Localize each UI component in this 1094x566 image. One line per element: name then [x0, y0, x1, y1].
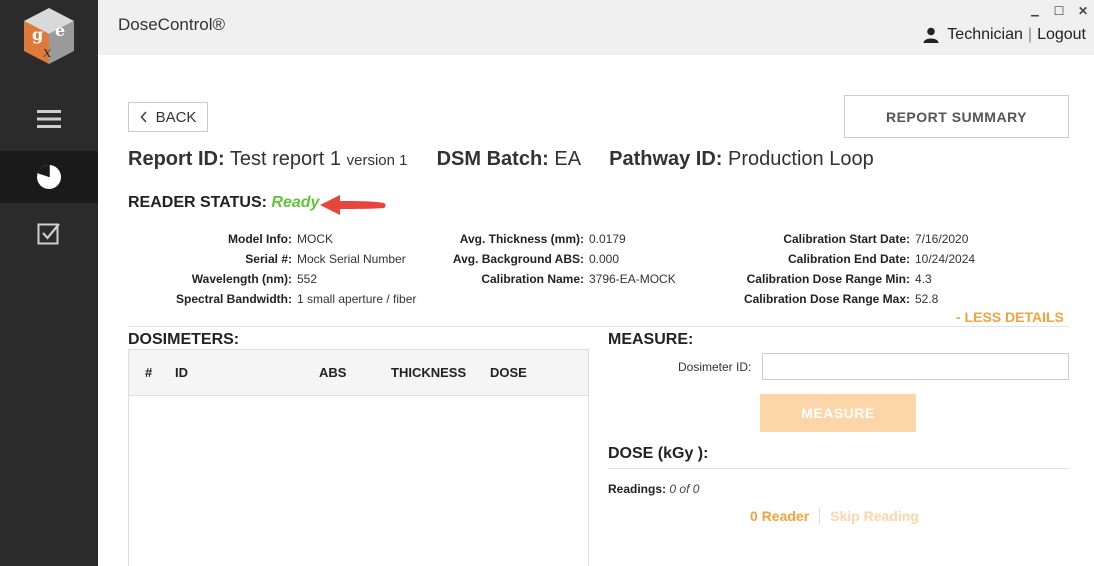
details-column-1: Model Info: MOCK Serial #: Mock Serial Num… — [128, 229, 416, 309]
dsm-batch-value: EA — [554, 148, 580, 170]
user-area: Technician | Logout — [923, 26, 1086, 44]
readings-label: Readings: — [608, 482, 667, 496]
user-separator: | — [1027, 26, 1033, 43]
dsm-batch-label: DSM Batch: — [436, 148, 549, 170]
dosimeter-id-input[interactable] — [762, 353, 1069, 380]
back-button-label: BACK — [155, 108, 197, 126]
serial-value: Mock Serial Number — [297, 252, 406, 266]
dosimeter-id-label: Dosimeter ID: — [678, 360, 752, 374]
column-header-dose: DOSE — [490, 365, 527, 380]
app-title: DoseControl® — [118, 15, 226, 34]
reader-status: READER STATUS: Ready — [128, 194, 319, 212]
wavelength-label: Wavelength (nm): — [191, 272, 292, 286]
gex-logo: g e x — [22, 6, 76, 66]
sidebar-item-reports[interactable] — [0, 151, 98, 203]
reader-link[interactable]: 0 Reader — [750, 508, 809, 524]
minimize-button[interactable]: ▁ — [1026, 6, 1044, 17]
user-icon — [923, 27, 939, 43]
report-id-label: Report ID: — [128, 148, 225, 170]
dosimeters-title: DOSIMETERS: — [128, 331, 240, 348]
calibration-dose-min-label: Calibration Dose Range Min: — [746, 272, 910, 286]
spectral-bandwidth-value: 1 small aperture / fiber — [297, 292, 417, 306]
reader-status-label: READER STATUS: — [128, 194, 267, 211]
report-summary-button[interactable]: REPORT SUMMARY — [844, 95, 1069, 138]
dose-divider — [608, 468, 1069, 469]
pathway-id-label: Pathway ID: — [609, 148, 723, 170]
model-info-value: MOCK — [297, 232, 333, 246]
column-header-id: ID — [175, 365, 188, 380]
report-version: version 1 — [346, 152, 408, 169]
measure-title: MEASURE: — [608, 331, 694, 348]
pathway-id-value: Production Loop — [728, 148, 874, 170]
calibration-start-date-label: Calibration Start Date: — [783, 232, 910, 246]
checkbox-icon — [37, 223, 60, 245]
serial-label: Serial #: — [245, 252, 292, 266]
details-column-2: Avg. Thickness (mm): 0.0179 Avg. Backgrou… — [428, 229, 676, 289]
back-button[interactable]: BACK — [128, 102, 208, 132]
reader-status-value: Ready — [271, 194, 320, 211]
skip-reading-link[interactable]: Skip Reading — [830, 508, 919, 524]
dose-title: DOSE (kGy ): — [608, 445, 709, 462]
user-name: Technician — [947, 26, 1023, 43]
column-header-thickness: THICKNESS — [391, 365, 467, 380]
wavelength-value: 552 — [297, 272, 318, 286]
column-header-abs: ABS — [319, 365, 347, 380]
avg-thickness-label: Avg. Thickness (mm): — [459, 232, 584, 246]
section-divider — [128, 326, 1069, 327]
arrow-annotation-icon — [320, 195, 386, 215]
readings-count: 0 — [669, 482, 677, 496]
calibration-dose-min-value: 4.3 — [915, 272, 932, 286]
logo-letter-g: g — [32, 25, 43, 44]
reader-links-separator — [819, 507, 821, 525]
less-details-toggle[interactable]: - LESS DETAILS — [956, 309, 1064, 325]
sidebar-item-menu[interactable] — [0, 93, 98, 145]
calibration-dose-max-label: Calibration Dose Range Max: — [743, 292, 910, 306]
sidebar-item-checklist[interactable] — [0, 207, 98, 259]
model-info-label: Model Info: — [228, 232, 292, 246]
calibration-dose-max-value: 52.8 — [915, 292, 939, 306]
chevron-left-icon — [139, 111, 147, 123]
avg-background-abs-value: 0.000 — [589, 252, 620, 266]
titlebar: DoseControl® ▁ ☐ ✕ Technician | Logout — [98, 0, 1094, 55]
calibration-end-date-value: 10/24/2024 — [915, 252, 976, 266]
calibration-end-date-label: Calibration End Date: — [787, 252, 910, 266]
details-column-3: Calibration Start Date: 7/16/2020 Calibra… — [738, 229, 975, 309]
spectral-bandwidth-label: Spectral Bandwidth: — [175, 292, 292, 306]
dosimeters-table: # ID ABS THICKNESS DOSE — [128, 349, 589, 566]
report-id-value: Test report 1 — [229, 148, 342, 170]
avg-background-abs-label: Avg. Background ABS: — [452, 252, 584, 266]
column-header-number: # — [145, 365, 153, 380]
calibration-start-date-value: 7/16/2020 — [915, 232, 969, 246]
menu-icon — [37, 110, 61, 128]
dosimeters-table-header: # ID ABS THICKNESS DOSE — [129, 350, 588, 396]
calibration-name-value: 3796-EA-MOCK — [589, 272, 676, 286]
pie-chart-icon — [37, 165, 61, 189]
logo-letter-x: x — [43, 43, 52, 61]
readings-total: 0 — [692, 482, 700, 496]
avg-thickness-value: 0.0179 — [589, 232, 626, 246]
logo-letter-e: e — [55, 21, 65, 40]
maximize-button[interactable]: ☐ — [1050, 4, 1068, 18]
sidebar: g e x — [0, 0, 98, 566]
main-content: BACK REPORT SUMMARY Report ID: Test repo… — [98, 55, 1094, 566]
reader-links: 0 Reader Skip Reading — [750, 507, 919, 525]
report-header: Report ID: Test report 1 version 1 DSM B… — [128, 148, 874, 171]
measure-button[interactable]: MEASURE — [760, 394, 916, 432]
logout-link[interactable]: Logout — [1037, 26, 1086, 44]
close-button[interactable]: ✕ — [1074, 4, 1092, 18]
readings-of: of — [679, 482, 690, 496]
calibration-name-label: Calibration Name: — [481, 272, 584, 286]
readings-summary: Readings: 0 of 0 — [608, 482, 699, 496]
